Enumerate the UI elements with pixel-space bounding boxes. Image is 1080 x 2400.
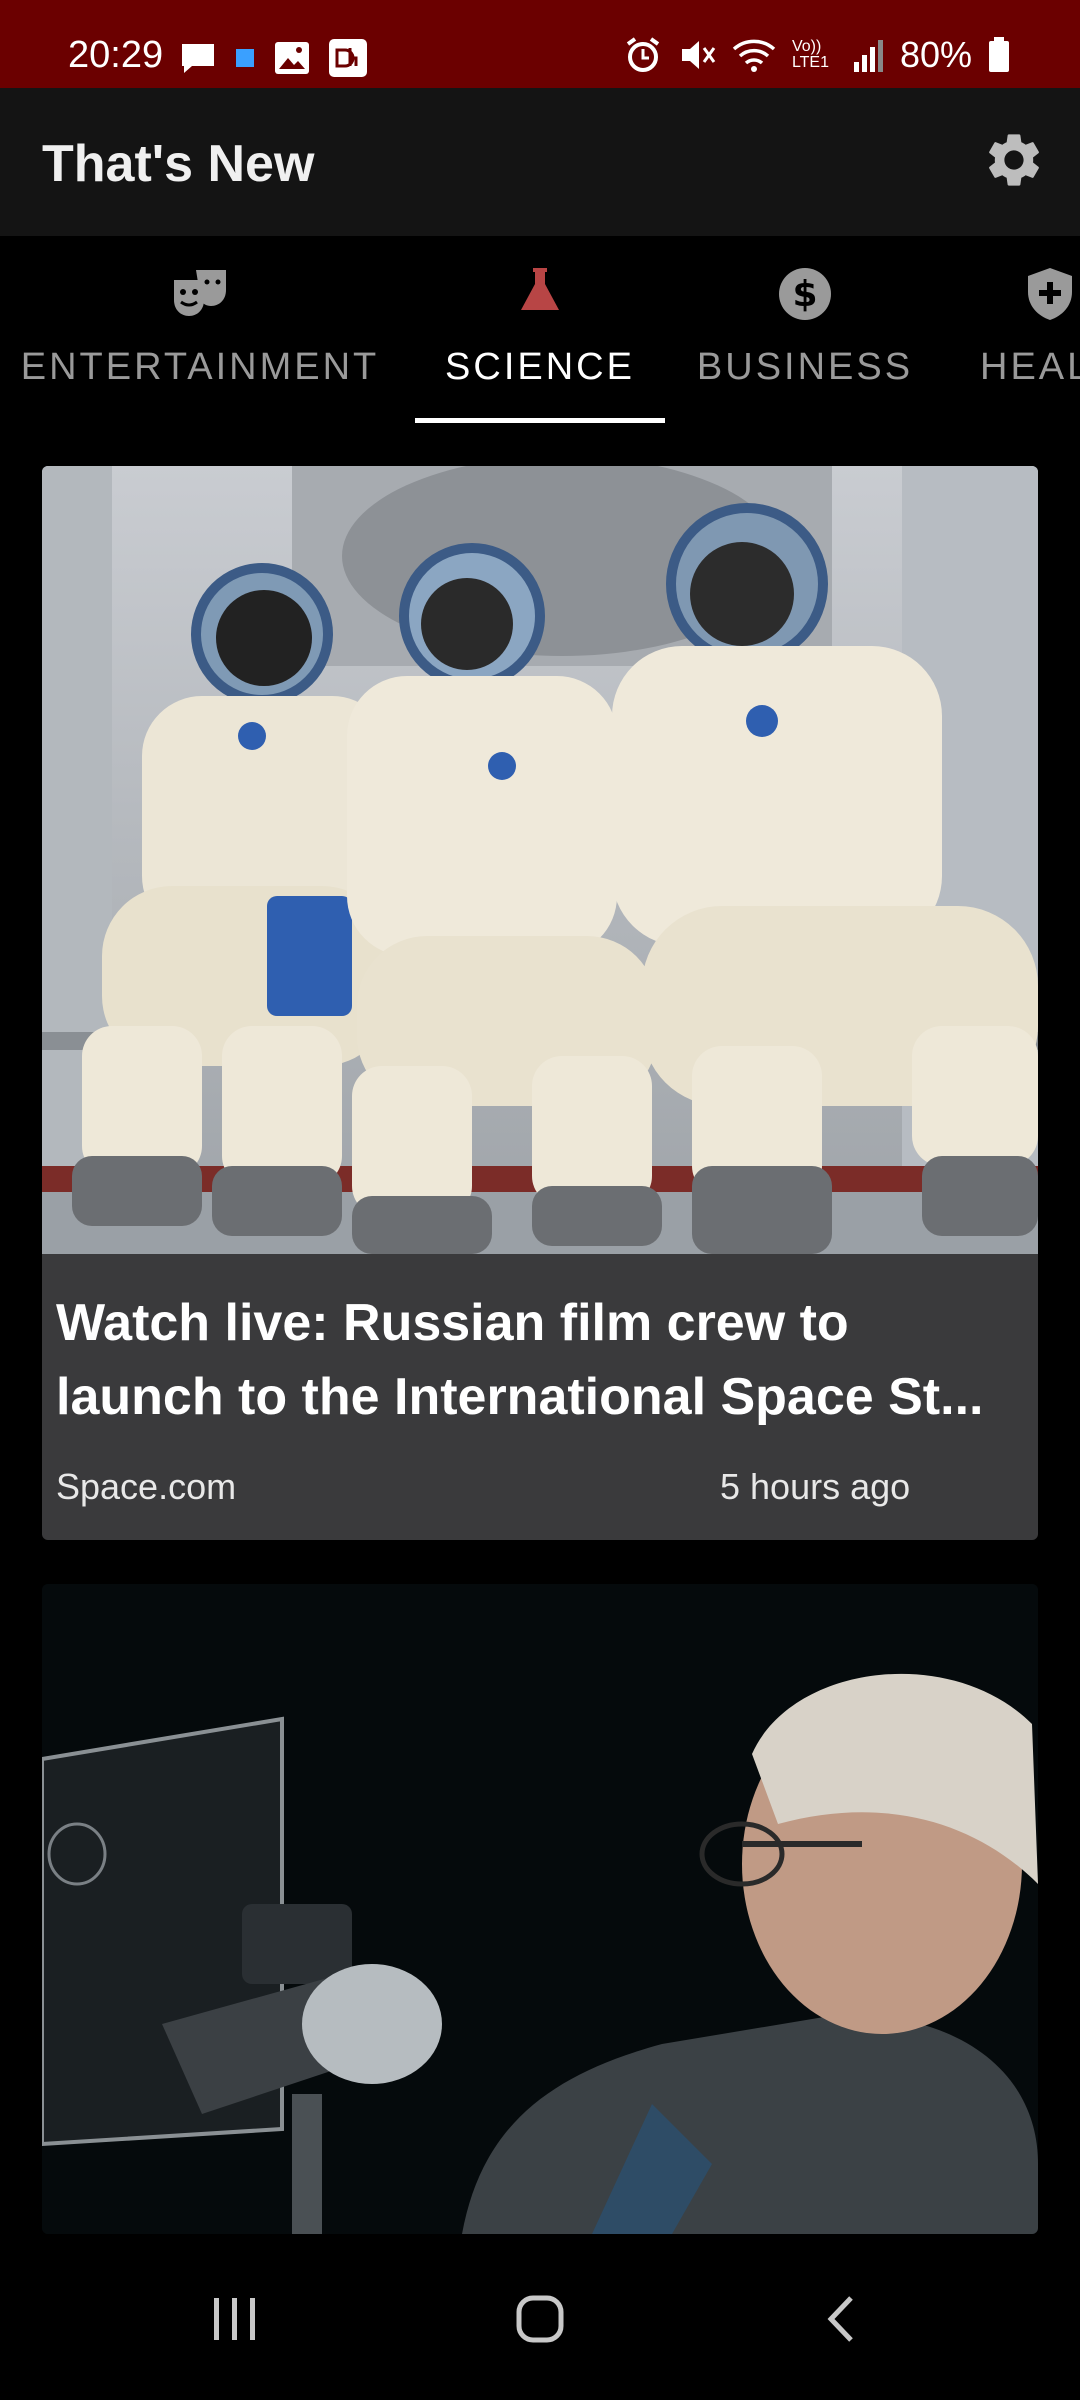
article-time: 5 hours ago <box>720 1466 911 1507</box>
app-title: That's New <box>42 135 315 193</box>
image-icon <box>275 42 309 74</box>
article-headline: Watch live: Russian film crew to launch … <box>56 1294 984 1426</box>
alarm-icon <box>626 37 660 72</box>
article-card[interactable]: Watch live: Russian film crew to launch … <box>42 466 1038 1540</box>
article-image <box>42 1584 1038 2234</box>
tab-label: HEAL <box>980 346 1080 388</box>
theater-masks-icon <box>174 270 226 316</box>
article-source: Space.com <box>56 1466 237 1507</box>
battery-percentage: 80% <box>899 34 972 75</box>
settings-button[interactable] <box>982 128 1046 192</box>
status-bar: 20:29 Vo)) LTE1 80% <box>0 0 1080 88</box>
gear-icon <box>989 134 1039 186</box>
message-icon <box>182 44 214 73</box>
notification-icons <box>180 38 368 78</box>
shield-plus-icon <box>1028 268 1072 320</box>
status-time: 20:29 <box>68 34 164 76</box>
svg-text:$: $ <box>792 274 817 315</box>
back-icon <box>827 2296 853 2342</box>
battery-icon <box>989 37 1009 72</box>
recent-apps-icon <box>214 2298 255 2340</box>
article-image <box>42 466 1038 1254</box>
recent-apps-button[interactable] <box>190 2284 280 2354</box>
tab-business[interactable]: $ BUSINESS <box>680 236 930 436</box>
status-right-icons: Vo)) LTE1 80% <box>624 34 1010 76</box>
wifi-icon <box>732 39 776 72</box>
app-notification-icon <box>236 49 254 67</box>
tab-label: ENTERTAINMENT <box>20 346 380 388</box>
category-tabs: ENTERTAINMENT SCIENCE $ BUSINESS HEAL <box>0 236 1080 436</box>
mute-icon <box>681 41 716 69</box>
home-button[interactable] <box>495 2284 585 2354</box>
network-type-label: Vo)) LTE1 <box>791 38 829 71</box>
app-bar: That's New <box>0 88 1080 236</box>
tab-science[interactable]: SCIENCE <box>415 236 665 436</box>
article-card[interactable] <box>42 1584 1038 2234</box>
dh-app-icon <box>329 39 367 77</box>
tab-health[interactable]: HEAL <box>950 236 1080 436</box>
signal-icon <box>853 40 883 72</box>
tab-indicator <box>415 418 665 423</box>
tab-entertainment[interactable]: ENTERTAINMENT <box>0 236 400 436</box>
system-nav-bar <box>0 2234 1080 2400</box>
back-button[interactable] <box>796 2284 886 2354</box>
flask-icon <box>521 268 559 310</box>
home-icon <box>516 2295 564 2343</box>
dollar-icon: $ <box>779 268 831 320</box>
tab-label: BUSINESS <box>696 346 914 388</box>
tab-label: SCIENCE <box>445 346 635 388</box>
